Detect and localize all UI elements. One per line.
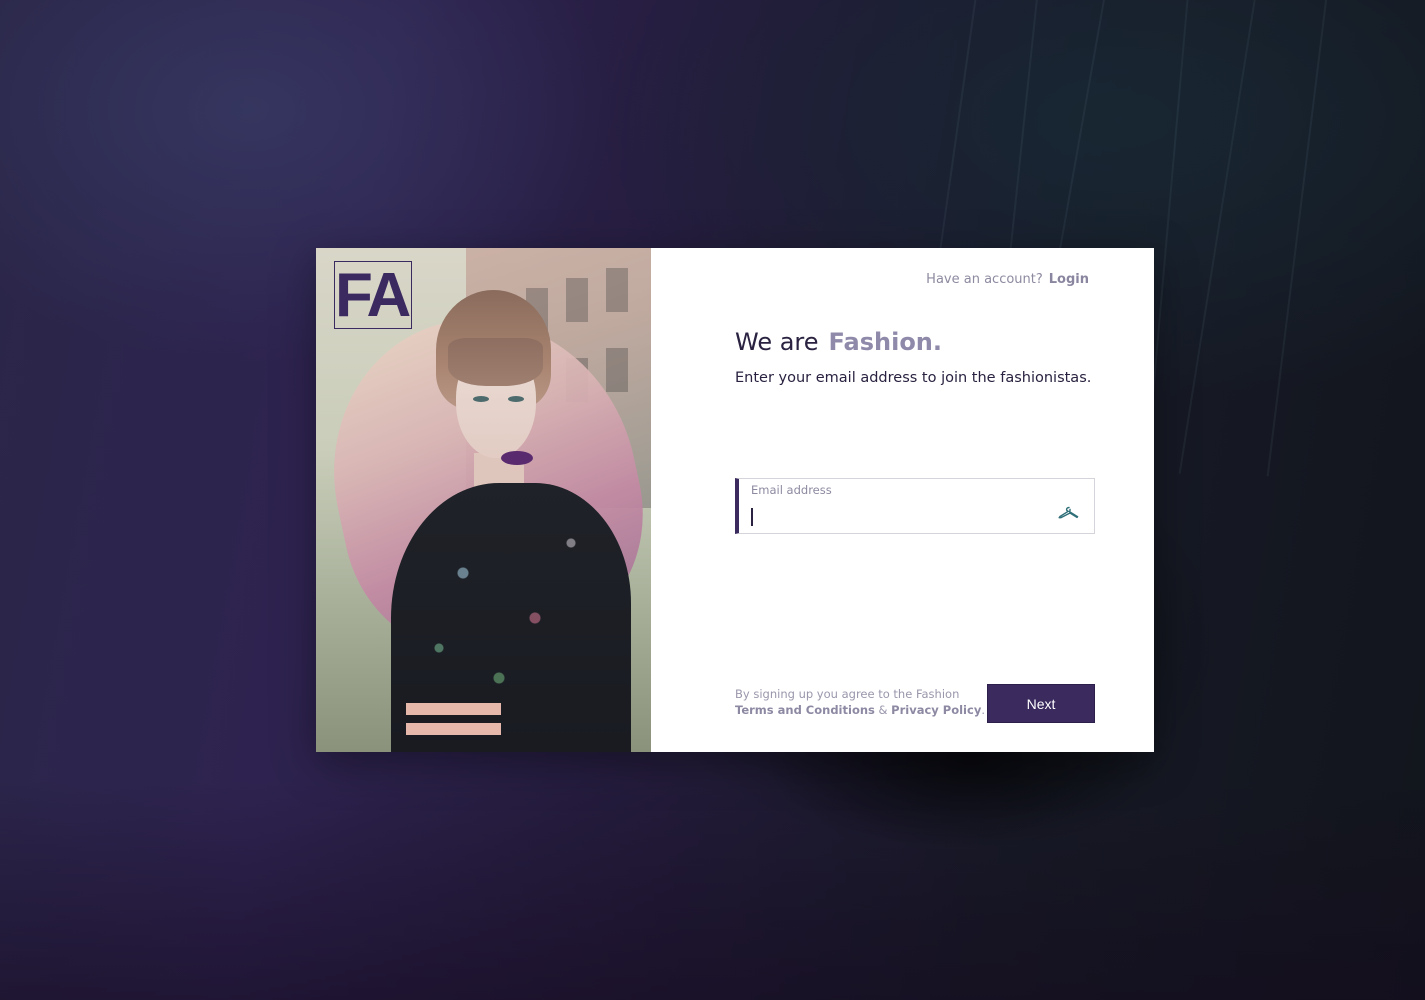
login-link[interactable]: Login	[1049, 272, 1089, 287]
hero-image: FA	[316, 248, 651, 752]
fa-logo[interactable]: FA	[334, 261, 412, 329]
page-subtitle: Enter your email address to join the fas…	[735, 370, 1092, 386]
text-cursor	[751, 508, 753, 526]
terms-prefix: By signing up you agree to the Fashion	[735, 687, 960, 701]
email-input[interactable]	[751, 505, 1041, 527]
terms-notice: By signing up you agree to the Fashion T…	[735, 686, 985, 718]
headline-prefix: We are	[735, 328, 819, 356]
privacy-link[interactable]: Privacy Policy	[891, 703, 981, 717]
headline-brand: Fashion.	[828, 328, 943, 356]
email-field-label: Email address	[751, 483, 832, 497]
email-field[interactable]: Email address	[735, 478, 1095, 534]
account-row: Have an account? Login	[926, 272, 1089, 287]
page-title: We are Fashion.	[735, 328, 942, 356]
terms-suffix: .	[981, 703, 985, 717]
logo-text: FA	[335, 261, 411, 330]
account-prompt: Have an account?	[926, 272, 1043, 287]
signup-panel: Have an account? Login We are Fashion. Ent…	[651, 248, 1154, 752]
next-button[interactable]: Next	[987, 684, 1095, 723]
hanger-icon	[1058, 506, 1079, 519]
terms-joiner: &	[878, 703, 888, 717]
signup-card: FA Have an account? Login We are Fashion. …	[316, 248, 1154, 752]
terms-link[interactable]: Terms and Conditions	[735, 703, 875, 717]
